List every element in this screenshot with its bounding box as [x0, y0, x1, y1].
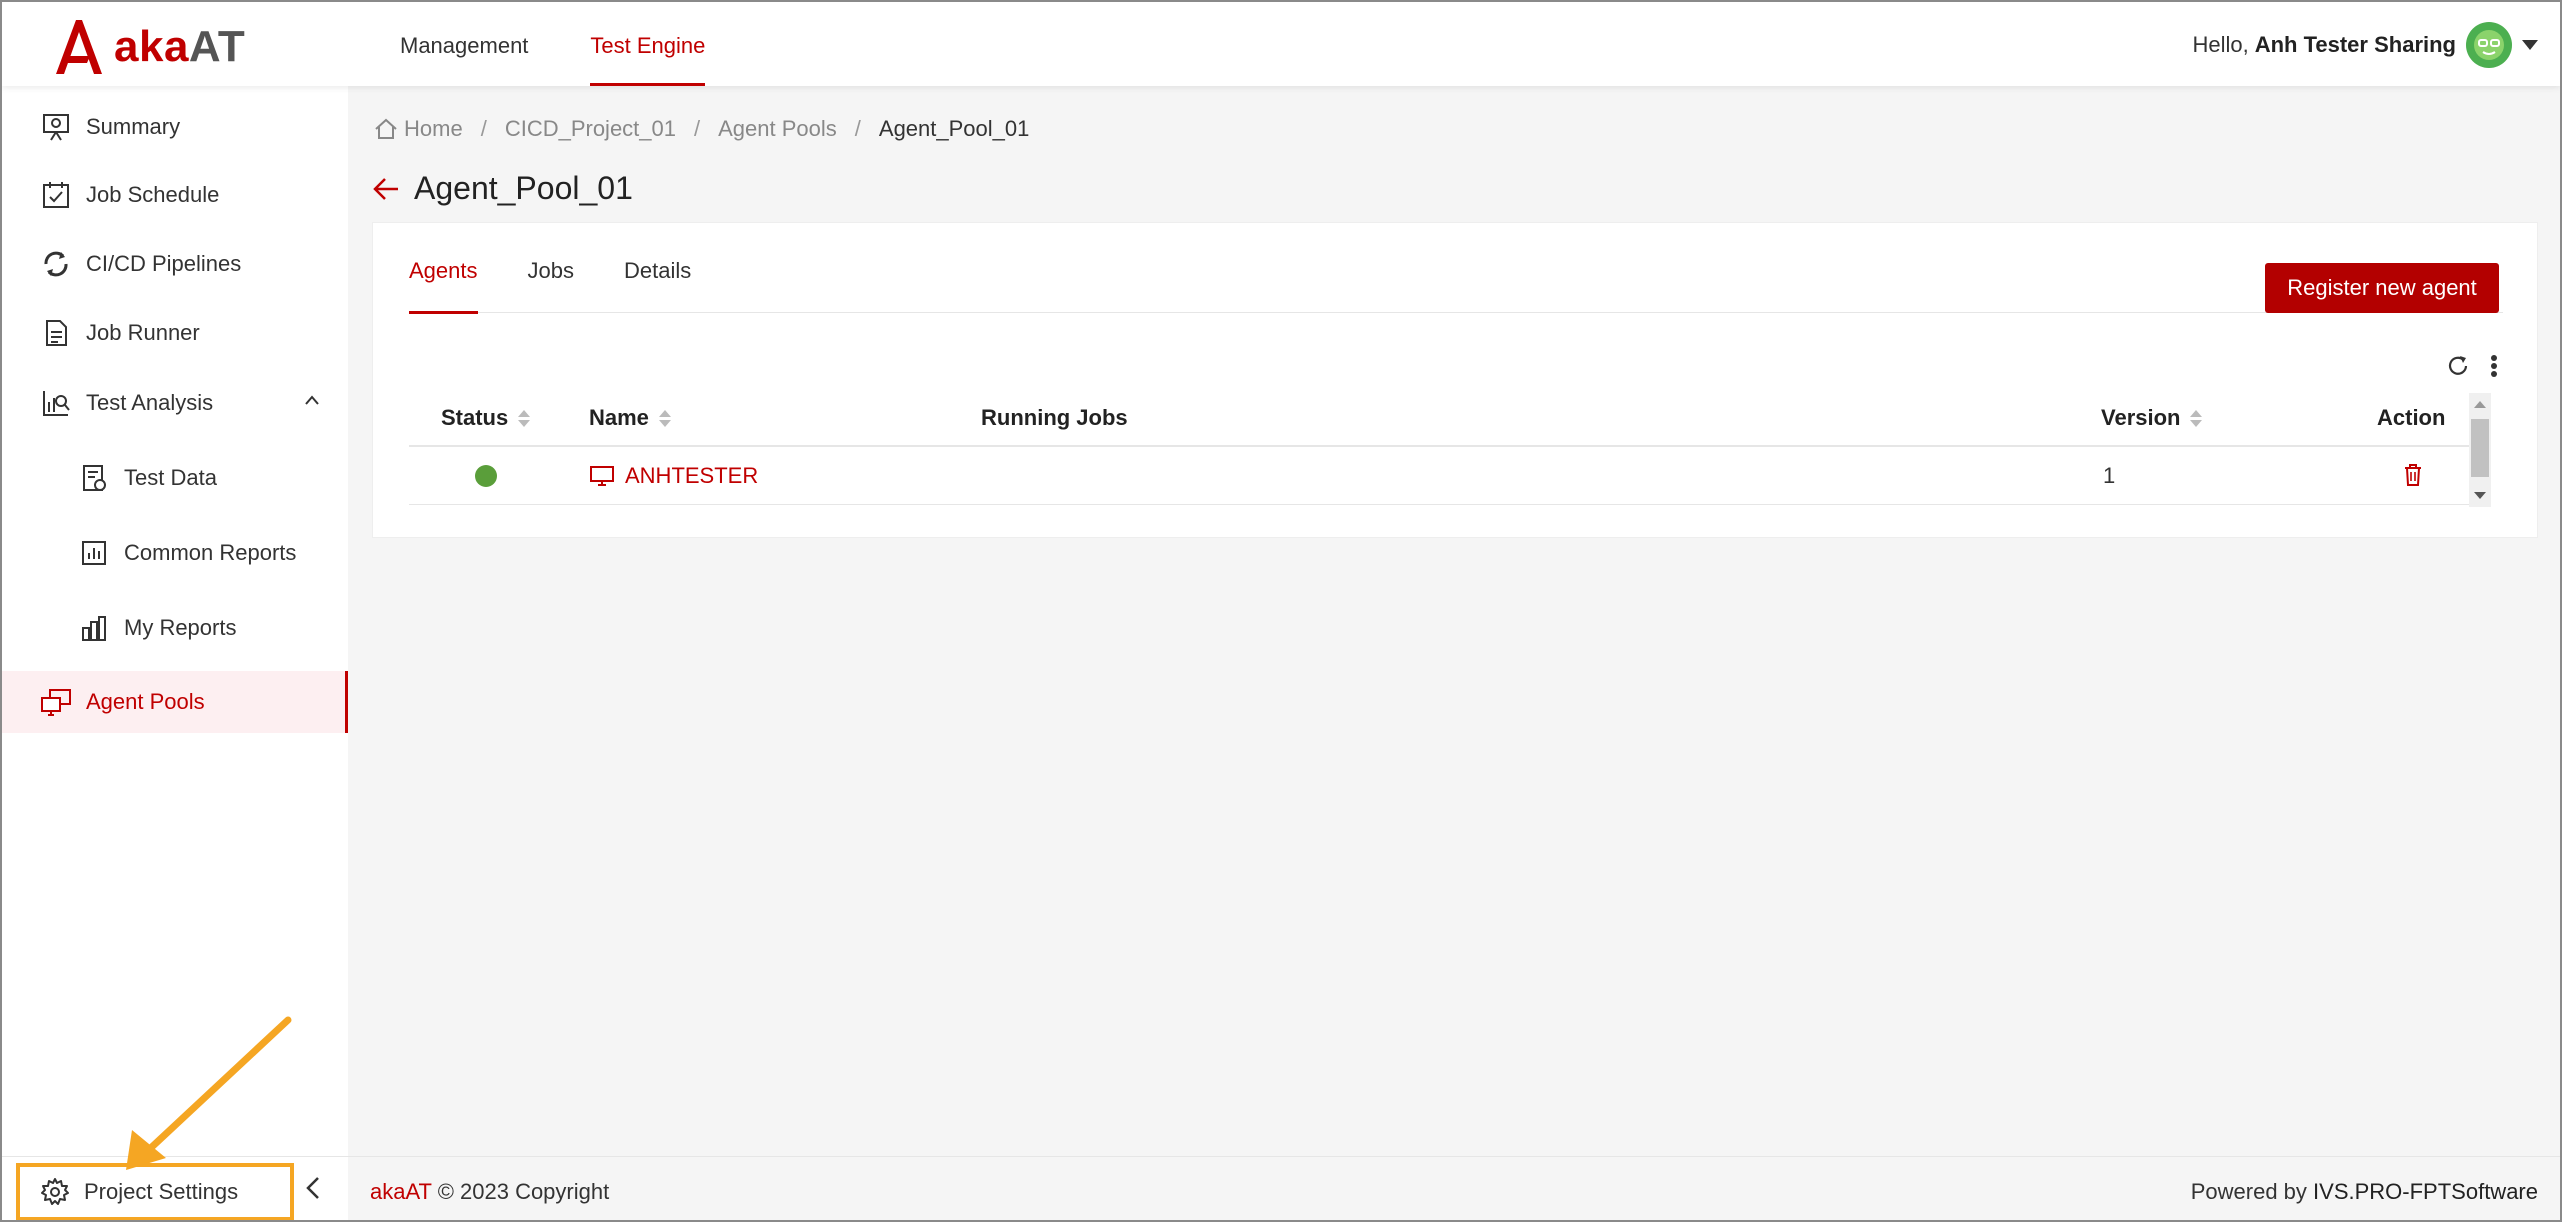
sidebar-item-cicd-pipelines[interactable]: CI/CD Pipelines — [2, 233, 348, 295]
footer-brand[interactable]: akaAT — [370, 1179, 432, 1204]
more-options-icon[interactable] — [2489, 353, 2499, 379]
sidebar-item-label: Test Data — [124, 465, 217, 490]
collapse-sidebar-icon[interactable] — [304, 1175, 322, 1201]
nav-management[interactable]: Management — [400, 2, 528, 86]
document-icon — [38, 315, 74, 351]
column-name[interactable]: Name — [589, 405, 671, 431]
sidebar-item-label: Common Reports — [124, 540, 297, 565]
avatar[interactable] — [2466, 22, 2512, 68]
nav-test-engine[interactable]: Test Engine — [590, 2, 705, 86]
agent-name[interactable]: ANHTESTER — [625, 463, 758, 489]
company-name: IVS.PRO-FPTSoftware — [2313, 1179, 2538, 1204]
sidebar-item-summary[interactable]: Summary — [2, 96, 348, 158]
sort-icon[interactable] — [518, 409, 531, 427]
annotation-arrow — [126, 1016, 292, 1170]
sidebar: Summary Job Schedule CI/CD Pipelines Job… — [2, 86, 348, 1156]
agent-pools-icon — [38, 684, 74, 720]
sidebar-item-agent-pools[interactable]: Agent Pools — [2, 671, 348, 733]
report-icon — [76, 535, 112, 571]
sidebar-item-label: Summary — [86, 114, 181, 139]
sidebar-item-label: My Reports — [124, 615, 237, 640]
gear-icon — [40, 1177, 70, 1207]
sidebar-item-job-runner[interactable]: Job Runner — [2, 302, 348, 364]
sidebar-item-label: Job Schedule — [86, 182, 220, 207]
main-content: Home / CICD_Project_01 / Agent Pools / A… — [348, 86, 2560, 1156]
breadcrumb: Home / CICD_Project_01 / Agent Pools / A… — [374, 116, 1029, 142]
status-online-indicator — [475, 465, 497, 487]
sidebar-item-label: Job Runner — [86, 320, 200, 345]
delete-agent-button[interactable] — [2403, 463, 2423, 487]
sort-icon[interactable] — [2190, 409, 2203, 427]
back-arrow-icon[interactable] — [372, 176, 400, 202]
sidebar-item-label: CI/CD Pipelines — [86, 251, 242, 276]
sidebar-item-my-reports[interactable]: My Reports — [2, 597, 348, 659]
table-row[interactable]: ANHTESTER 1 — [409, 447, 2469, 505]
register-new-agent-button[interactable]: Register new agent — [2265, 263, 2499, 313]
user-menu[interactable]: Hello, Anh Tester Sharing — [2192, 22, 2538, 68]
scroll-down-icon[interactable] — [2474, 492, 2486, 499]
breadcrumb-separator: / — [694, 116, 701, 141]
bar-chart-icon — [76, 610, 112, 646]
agent-name-cell[interactable]: ANHTESTER — [589, 463, 758, 489]
logo-mark-icon — [56, 20, 102, 74]
column-action: Action — [2377, 405, 2446, 430]
sort-icon[interactable] — [658, 409, 671, 427]
calendar-check-icon — [38, 177, 74, 213]
user-name: Anh Tester Sharing — [2254, 32, 2456, 57]
refresh-icon[interactable] — [2445, 353, 2471, 379]
user-dropdown-caret-icon[interactable] — [2522, 40, 2538, 50]
app-window: akaAT Management Test Engine Hello, Anh … — [0, 0, 2562, 1222]
top-header: akaAT Management Test Engine Hello, Anh … — [2, 2, 2560, 86]
breadcrumb-separator: / — [480, 116, 487, 141]
footer-copyright-text: © 2023 Copyright — [437, 1179, 610, 1204]
monitor-icon — [590, 466, 614, 486]
version-cell: 1 — [2103, 463, 2116, 488]
chevron-up-icon[interactable] — [304, 394, 320, 406]
table-scrollbar[interactable] — [2469, 393, 2491, 507]
footer: akaAT © 2023 Copyright Powered by IVS.PR… — [348, 1156, 2560, 1220]
sidebar-item-label: Test Analysis — [86, 390, 214, 415]
tab-bar: Agents Jobs Details — [409, 223, 2503, 314]
table-header: Status Name Running Jobs Version Action — [409, 391, 2469, 447]
pipeline-icon — [38, 246, 74, 282]
top-nav: Management Test Engine — [400, 2, 767, 86]
breadcrumb-current: Agent_Pool_01 — [878, 116, 1030, 141]
tab-agents[interactable]: Agents — [409, 223, 478, 314]
page-header: Agent_Pool_01 — [372, 170, 633, 207]
tab-jobs[interactable]: Jobs — [528, 223, 574, 313]
column-status[interactable]: Status — [441, 405, 531, 431]
breadcrumb-home[interactable]: Home — [404, 116, 463, 142]
powered-by-label: Powered by — [2190, 1179, 2307, 1204]
column-running-jobs: Running Jobs — [981, 405, 1128, 430]
breadcrumb-separator: / — [854, 116, 861, 141]
footer-powered-by: Powered by IVS.PRO-FPTSoftware — [2191, 1179, 2538, 1205]
table-toolbar — [2427, 353, 2499, 379]
sidebar-item-test-data[interactable]: Test Data — [2, 447, 348, 509]
avatar-face-icon — [2474, 30, 2504, 60]
tab-details[interactable]: Details — [624, 223, 691, 313]
test-data-icon — [76, 460, 112, 496]
analysis-icon — [38, 385, 74, 421]
sidebar-item-label: Agent Pools — [86, 689, 205, 714]
project-settings-label: Project Settings — [84, 1179, 239, 1204]
scrollbar-thumb[interactable] — [2471, 419, 2489, 477]
greeting: Hello, — [2192, 32, 2249, 57]
trash-icon — [2405, 464, 2421, 486]
page-title: Agent_Pool_01 — [414, 170, 633, 206]
breadcrumb-project[interactable]: CICD_Project_01 — [505, 116, 676, 142]
agents-card: Agents Jobs Details Register new agent S… — [372, 222, 2538, 538]
sidebar-item-job-schedule[interactable]: Job Schedule — [2, 164, 348, 226]
sidebar-item-test-analysis[interactable]: Test Analysis — [2, 372, 348, 434]
breadcrumb-agent-pools[interactable]: Agent Pools — [718, 116, 837, 142]
sidebar-item-common-reports[interactable]: Common Reports — [2, 522, 348, 584]
presentation-icon — [38, 109, 74, 145]
footer-copyright: akaAT © 2023 Copyright — [370, 1179, 609, 1205]
logo-text: akaAT — [114, 22, 246, 71]
status-dot — [475, 465, 497, 487]
scroll-up-icon[interactable] — [2474, 401, 2486, 408]
logo[interactable]: akaAT — [50, 16, 245, 78]
agents-table: Status Name Running Jobs Version Action … — [409, 391, 2469, 505]
home-icon — [374, 118, 398, 140]
column-version[interactable]: Version — [2101, 405, 2203, 431]
